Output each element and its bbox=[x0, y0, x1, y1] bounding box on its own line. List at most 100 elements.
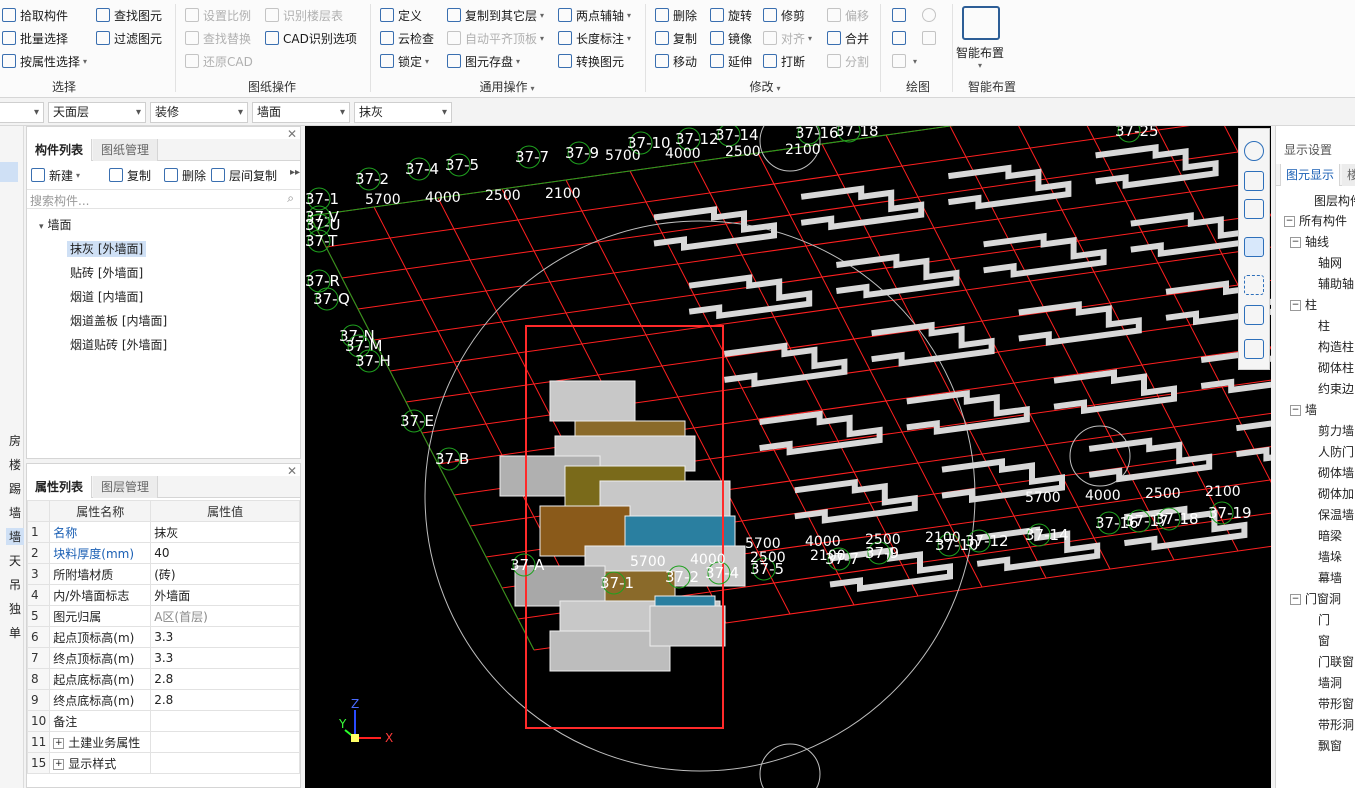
restore-cad-button[interactable]: 还原CAD bbox=[185, 51, 253, 71]
orbit-icon[interactable] bbox=[1244, 141, 1264, 161]
cube-icon[interactable] bbox=[1244, 305, 1264, 325]
nav-list-icon[interactable] bbox=[0, 162, 18, 182]
cad-recognition-options-button[interactable]: CAD识别选项 bbox=[265, 28, 357, 48]
nav-item-suspended[interactable]: 吊 bbox=[9, 576, 21, 593]
split-button[interactable]: 分割 bbox=[827, 51, 869, 71]
nav-item-ceiling[interactable]: 天 bbox=[9, 552, 21, 569]
type-select[interactable]: 墙面 bbox=[252, 102, 350, 123]
collapse-icon[interactable]: − bbox=[1290, 237, 1301, 248]
set-scale-button[interactable]: 设置比例 bbox=[185, 5, 251, 25]
fit-view-icon[interactable] bbox=[1244, 275, 1264, 295]
2d-view-icon[interactable] bbox=[1244, 171, 1264, 191]
copy-between-floors-button[interactable]: 层间复制 bbox=[211, 165, 277, 185]
align-button[interactable]: 对齐 ▾ bbox=[763, 28, 812, 48]
tab-floor-display[interactable]: 楼 bbox=[1342, 164, 1355, 186]
table-row[interactable]: 3 所附墙材质 (砖) bbox=[26, 563, 300, 585]
layer-tree-item[interactable]: 轴网 bbox=[1318, 254, 1342, 271]
layer-tree-item[interactable]: 人防门 bbox=[1318, 443, 1354, 460]
offset-button[interactable]: 偏移 bbox=[827, 5, 869, 25]
3d-view-icon[interactable] bbox=[1244, 237, 1264, 257]
auto-align-top-button[interactable]: 自动平齐顶板 ▾ bbox=[447, 28, 544, 48]
mirror-button[interactable]: 镜像 bbox=[710, 28, 752, 48]
tab-component-list[interactable]: 构件列表 bbox=[27, 139, 93, 161]
select-by-property-button[interactable]: 按属性选择 ▾ bbox=[2, 51, 87, 71]
pick-component-button[interactable]: 拾取构件 bbox=[2, 5, 68, 25]
layer-tree-item[interactable]: 剪力墙 bbox=[1318, 422, 1354, 439]
layer-tree-item[interactable]: 砌体加 bbox=[1318, 485, 1354, 502]
copy-component-button[interactable]: 复制 bbox=[109, 165, 151, 185]
layer-tree-item[interactable]: 暗梁 bbox=[1318, 527, 1342, 544]
layer-tree-item[interactable]: 墙垛 bbox=[1318, 548, 1342, 565]
collapse-icon[interactable]: − bbox=[1290, 405, 1301, 416]
nav-item-skirting[interactable]: 踢 bbox=[9, 480, 21, 497]
table-row[interactable]: 10 备注 bbox=[26, 710, 300, 732]
tree-root[interactable]: ▾ 墙面 bbox=[39, 216, 72, 233]
nav-item-single[interactable]: 单 bbox=[9, 624, 21, 641]
nav-item-wall-face[interactable]: 墙 bbox=[6, 528, 25, 545]
find-element-button[interactable]: 查找图元 bbox=[96, 5, 162, 25]
table-row[interactable]: 5 图元归属 A区(首层) bbox=[26, 605, 300, 627]
define-button[interactable]: 定义 bbox=[380, 5, 422, 25]
layer-tree-item[interactable]: 墙洞 bbox=[1318, 674, 1342, 691]
break-button[interactable]: 打断 bbox=[763, 51, 805, 71]
floor-select[interactable]: 天面层 bbox=[48, 102, 146, 123]
delete-button[interactable]: 删除 bbox=[655, 5, 697, 25]
layer-tree-item[interactable]: 飘窗 bbox=[1318, 737, 1342, 754]
building-model[interactable] bbox=[499, 380, 746, 672]
3d-viewport[interactable]: 37-2 37-4 37-5 37-7 37-9 37-10 37-12 37-14 37-16… bbox=[305, 126, 1271, 788]
orbit-handle-bottom[interactable] bbox=[759, 743, 821, 788]
table-row[interactable]: 4 内/外墙面标志 外墙面 bbox=[26, 584, 300, 606]
tab-property-list[interactable]: 属性列表 bbox=[27, 476, 93, 498]
layer-tree-item[interactable]: 砌体墙 bbox=[1318, 464, 1354, 481]
cloud-check-button[interactable]: 云检查 bbox=[380, 28, 434, 48]
expand-icon[interactable]: + bbox=[53, 737, 65, 749]
collapse-icon[interactable]: ▾ bbox=[39, 222, 44, 232]
tab-element-display[interactable]: 图元显示 bbox=[1280, 164, 1341, 186]
circle-draw-button[interactable] bbox=[922, 5, 940, 25]
find-replace-button[interactable]: 查找替换 bbox=[185, 28, 251, 48]
3d-box-icon[interactable] bbox=[1244, 199, 1264, 219]
tab-drawing-management[interactable]: 图纸管理 bbox=[93, 139, 159, 161]
layer-tree-item[interactable]: 窗 bbox=[1318, 632, 1330, 649]
layer-tree-item[interactable]: 构造柱 bbox=[1318, 338, 1354, 355]
nav-item-standalone[interactable]: 独 bbox=[9, 600, 21, 617]
search-input[interactable]: 搜索构件... ⌕ bbox=[27, 189, 300, 209]
merge-button[interactable]: 合并 bbox=[827, 28, 869, 48]
display-settings-icon[interactable] bbox=[1244, 339, 1264, 359]
collapse-icon[interactable]: − bbox=[1290, 594, 1301, 605]
filter-element-button[interactable]: 过滤图元 bbox=[96, 28, 162, 48]
layer-tree-item[interactable]: 门联窗 bbox=[1318, 653, 1354, 670]
new-button[interactable]: 新建 ▾ bbox=[31, 165, 80, 185]
layer-tree-item[interactable]: 幕墙 bbox=[1318, 569, 1342, 586]
tree-item[interactable]: 烟道 [内墙面] bbox=[70, 288, 143, 305]
layer-tree-item[interactable]: 砌体柱 bbox=[1318, 359, 1354, 376]
table-row[interactable]: 1 名称 抹灰 bbox=[26, 521, 300, 543]
layer-tree-item[interactable]: − 门窗洞 bbox=[1290, 590, 1341, 607]
layer-tree-item[interactable]: 辅助轴 bbox=[1318, 275, 1354, 292]
lock-button[interactable]: 锁定 ▾ bbox=[380, 51, 429, 71]
move-button[interactable]: 移动 bbox=[655, 51, 697, 71]
collapse-icon[interactable]: − bbox=[1284, 216, 1295, 227]
component-select[interactable]: 抹灰 bbox=[354, 102, 452, 123]
nav-item-wall-skirt[interactable]: 墙 bbox=[9, 504, 21, 521]
tree-item[interactable]: 烟道贴砖 [外墙面] bbox=[70, 336, 167, 353]
layer-tree-item[interactable]: 约束边 bbox=[1318, 380, 1354, 397]
save-element-button[interactable]: 图元存盘 ▾ bbox=[447, 51, 520, 71]
collapse-icon[interactable]: − bbox=[1290, 300, 1301, 311]
tree-item[interactable]: 烟道盖板 [内墙面] bbox=[70, 312, 167, 329]
delete-component-button[interactable]: 删除 bbox=[164, 165, 206, 185]
tree-item[interactable]: 抹灰 [外墙面] bbox=[67, 240, 147, 257]
copy-button[interactable]: 复制 bbox=[655, 28, 697, 48]
layer-tree-item[interactable]: 柱 bbox=[1318, 317, 1330, 334]
expand-icon[interactable]: + bbox=[53, 758, 65, 770]
batch-select-button[interactable]: 批量选择 bbox=[2, 28, 68, 48]
tree-item[interactable]: 贴砖 [外墙面] bbox=[70, 264, 143, 281]
layer-tree-item[interactable]: − 轴线 bbox=[1290, 233, 1329, 250]
identify-floor-table-button[interactable]: 识别楼层表 bbox=[265, 5, 343, 25]
layer-tree-item[interactable]: 门 bbox=[1318, 611, 1330, 628]
layer-tree-item[interactable]: 带形窗 bbox=[1318, 695, 1354, 712]
layer-tree-item[interactable]: − 所有构件 bbox=[1284, 212, 1347, 229]
more-icon[interactable]: ▸▸ bbox=[290, 167, 300, 178]
category-select[interactable]: 装修 bbox=[150, 102, 248, 123]
layer-tree-item[interactable]: 保温墙 bbox=[1318, 506, 1354, 523]
